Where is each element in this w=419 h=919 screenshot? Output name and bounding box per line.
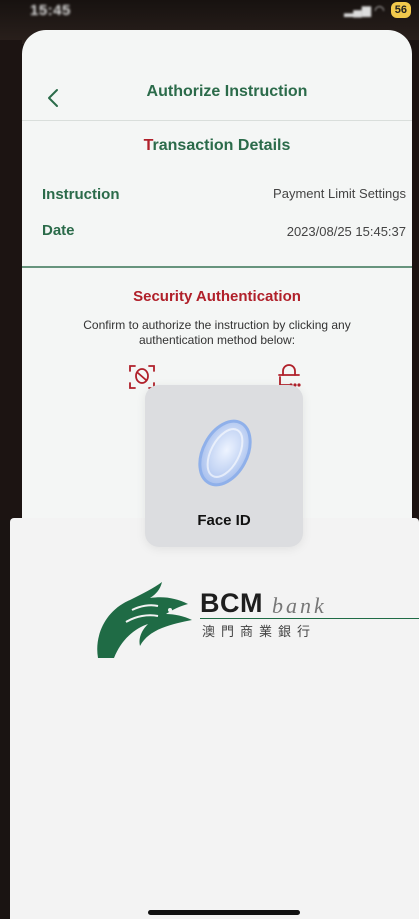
nav-header: Authorize Instruction — [22, 80, 412, 120]
background-edge-left — [0, 40, 22, 520]
bcm-dragon-logo-icon — [97, 582, 192, 658]
transaction-title-rest: ransaction Details — [152, 137, 291, 154]
instruction-value: Payment Limit Settings — [273, 186, 406, 201]
date-value: 2023/08/25 15:45:37 — [286, 224, 406, 239]
security-authentication-title: Security Authentication — [133, 288, 301, 305]
face-id-label: Face ID — [197, 512, 251, 529]
brand-underline — [200, 618, 419, 619]
instruction-label: Instruction — [42, 186, 120, 203]
section-divider — [22, 266, 412, 268]
transaction-title-accent: T — [143, 137, 153, 154]
face-id-scanning-icon — [198, 419, 252, 487]
security-description: Confirm to authorize the instruction by … — [83, 318, 351, 347]
header-divider — [22, 120, 412, 121]
transaction-details-title: Transaction Details — [22, 137, 412, 155]
face-id-overlay: Face ID — [145, 385, 303, 547]
brand-chinese-name: 澳門商業銀行 — [202, 625, 317, 640]
brand-suffix: bank — [272, 593, 327, 618]
signal-icon: ▂▄▆ ◠ — [343, 3, 385, 17]
status-indicators: ▂▄▆ ◠ 56 — [344, 2, 411, 18]
bank-splash-screen: BCM bank 澳門商業銀行 — [10, 518, 419, 919]
battery-badge: 56 — [390, 2, 411, 18]
brand-name: BCM — [200, 588, 263, 618]
status-time: 15:45 — [30, 2, 71, 19]
page-title: Authorize Instruction — [146, 83, 308, 100]
home-indicator[interactable] — [148, 910, 300, 915]
date-label: Date — [42, 222, 75, 239]
